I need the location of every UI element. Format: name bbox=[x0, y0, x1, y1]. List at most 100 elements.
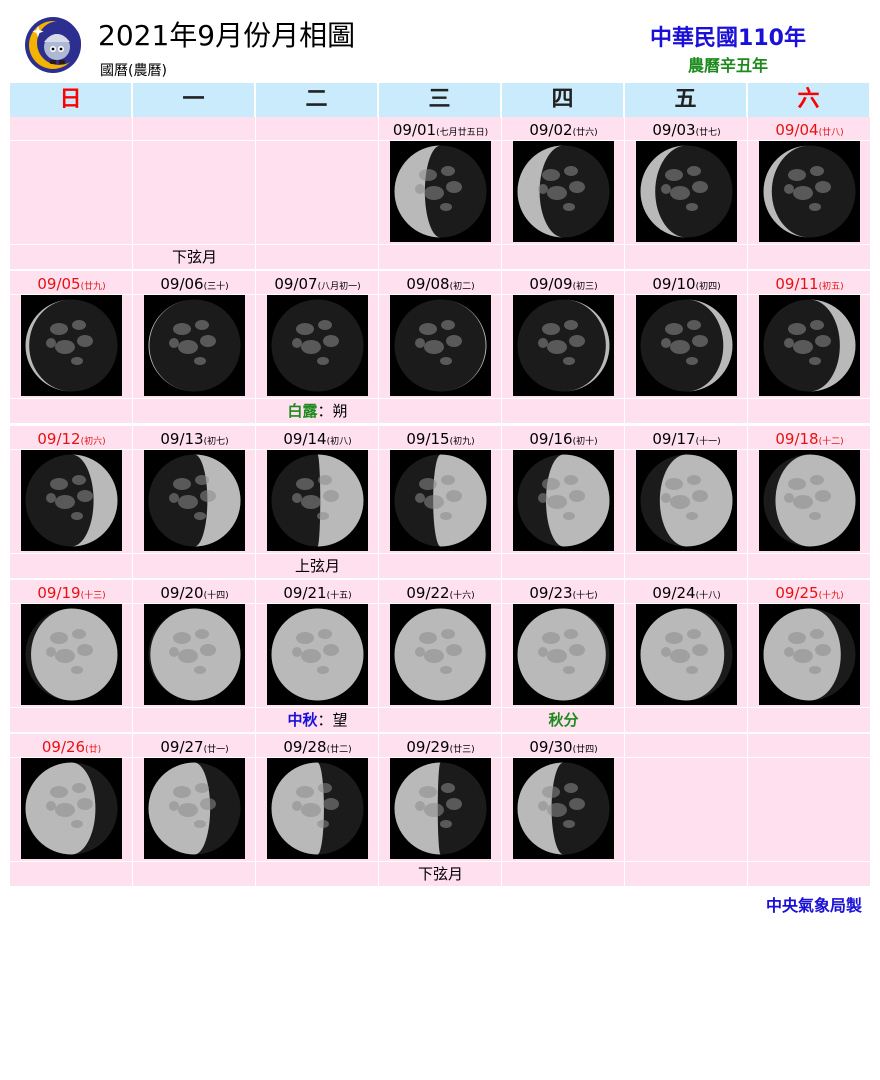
date-label: 09/10(初四) bbox=[625, 275, 748, 293]
date-label: 09/14(初八) bbox=[256, 430, 379, 448]
lunar-date: (初七) bbox=[203, 437, 229, 447]
day-cell: 09/08(初二) bbox=[379, 271, 502, 423]
date-label: 09/07(八月初一) bbox=[256, 275, 379, 293]
gregorian-date: 09/26 bbox=[41, 738, 86, 756]
lunar-date: (十六) bbox=[449, 591, 475, 601]
event-text: 朔 bbox=[332, 402, 348, 420]
date-label: 09/19(十三) bbox=[10, 584, 133, 602]
gregorian-date: 09/20 bbox=[160, 584, 204, 602]
lunar-date: (廿三) bbox=[449, 745, 475, 755]
cell-divider bbox=[10, 553, 133, 554]
day-cell bbox=[256, 117, 379, 269]
cell-divider bbox=[625, 757, 748, 758]
moon-phase-icon bbox=[390, 295, 491, 396]
moon-phase-icon bbox=[21, 604, 122, 705]
cell-divider bbox=[625, 398, 748, 399]
day-cell: 09/13(初七) bbox=[133, 426, 256, 578]
cell-divider bbox=[748, 553, 871, 554]
lunar-date: (十八) bbox=[695, 591, 721, 601]
lunar-date: (十七) bbox=[572, 591, 598, 601]
day-cell: 09/30(廿四) bbox=[502, 734, 625, 886]
gregorian-date: 09/14 bbox=[283, 430, 327, 448]
event-text: 下弦月 bbox=[417, 865, 463, 883]
date-label: 09/28(廿二) bbox=[256, 738, 379, 756]
gregorian-date: 09/09 bbox=[529, 275, 573, 293]
gregorian-date: 09/24 bbox=[652, 584, 696, 602]
cell-divider bbox=[133, 244, 256, 245]
gregorian-date: 09/15 bbox=[406, 430, 450, 448]
day-cell: 下弦月 bbox=[133, 117, 256, 269]
date-label: 09/08(初二) bbox=[379, 275, 502, 293]
cell-divider bbox=[748, 707, 871, 708]
moon-phase-icon bbox=[390, 141, 491, 242]
event-label: 秋分 bbox=[502, 709, 625, 730]
date-label: 09/04(廿八) bbox=[748, 121, 871, 139]
date-label: 09/26(廿) bbox=[10, 738, 133, 756]
weekday-header-row: 日一二三四五六 bbox=[10, 83, 870, 117]
cell-divider bbox=[256, 398, 379, 399]
lunar-date: (廿六) bbox=[572, 128, 598, 138]
moon-phase-icon bbox=[144, 758, 245, 859]
day-cell: 09/06(三十) bbox=[133, 271, 256, 423]
day-cell: 09/03(廿七) bbox=[625, 117, 748, 269]
date-label: 09/17(十一) bbox=[625, 430, 748, 448]
cell-divider bbox=[133, 861, 256, 862]
cell-divider bbox=[625, 244, 748, 245]
day-cell: 09/01(七月廿五日) bbox=[379, 117, 502, 269]
event-text: 望 bbox=[332, 711, 348, 729]
cell-divider bbox=[502, 244, 625, 245]
moon-phase-icon bbox=[759, 141, 860, 242]
lunar-date: (十二) bbox=[818, 437, 844, 447]
date-label: 09/25(十九) bbox=[748, 584, 871, 602]
lunar-date: (初四) bbox=[695, 282, 721, 292]
date-label: 09/18(十二) bbox=[748, 430, 871, 448]
gregorian-date: 09/27 bbox=[160, 738, 204, 756]
lunar-date: (初五) bbox=[818, 282, 844, 292]
date-label: 09/23(十七) bbox=[502, 584, 625, 602]
cell-divider bbox=[379, 244, 502, 245]
lunar-date: (八月初一) bbox=[317, 282, 361, 292]
cell-divider bbox=[10, 398, 133, 399]
cell-divider bbox=[502, 861, 625, 862]
gregorian-date: 09/04 bbox=[775, 121, 819, 139]
lunar-date: (廿) bbox=[85, 745, 102, 755]
lunar-date: (廿八) bbox=[818, 128, 844, 138]
lunar-date: (初六) bbox=[80, 437, 106, 447]
day-cell: 09/02(廿六) bbox=[502, 117, 625, 269]
cell-divider bbox=[256, 861, 379, 862]
cell-divider bbox=[748, 398, 871, 399]
date-label: 09/13(初七) bbox=[133, 430, 256, 448]
cell-divider bbox=[133, 398, 256, 399]
cell-divider bbox=[625, 861, 748, 862]
lunar-date: (廿九) bbox=[80, 282, 106, 292]
day-cell: 09/22(十六) bbox=[379, 580, 502, 732]
date-label: 09/02(廿六) bbox=[502, 121, 625, 139]
cell-divider bbox=[10, 244, 133, 245]
weekday-header: 日 bbox=[10, 83, 131, 117]
gregorian-date: 09/05 bbox=[37, 275, 81, 293]
date-label: 09/11(初五) bbox=[748, 275, 871, 293]
moon-phase-icon bbox=[513, 758, 614, 859]
gregorian-date: 09/30 bbox=[529, 738, 573, 756]
cell-divider bbox=[256, 140, 379, 141]
weekday-header: 五 bbox=[625, 83, 746, 117]
event-highlight: 中秋 bbox=[287, 711, 318, 729]
lunar-date: (廿二) bbox=[326, 745, 352, 755]
gregorian-date: 09/11 bbox=[775, 275, 819, 293]
gregorian-date: 09/08 bbox=[406, 275, 450, 293]
day-cell bbox=[748, 734, 871, 886]
event-label: 下弦月 bbox=[379, 863, 502, 884]
date-label: 09/16(初十) bbox=[502, 430, 625, 448]
cell-divider bbox=[748, 244, 871, 245]
day-cell: 09/27(廿一) bbox=[133, 734, 256, 886]
moon-phase-icon bbox=[636, 295, 737, 396]
gregorian-date: 09/06 bbox=[160, 275, 204, 293]
gregorian-date: 09/13 bbox=[160, 430, 204, 448]
event-text: 上弦月 bbox=[294, 557, 340, 575]
weekday-header: 一 bbox=[133, 83, 254, 117]
moon-phase-icon bbox=[390, 758, 491, 859]
cell-divider bbox=[379, 707, 502, 708]
day-cell: 09/28(廿二) bbox=[256, 734, 379, 886]
gregorian-date: 09/21 bbox=[283, 584, 327, 602]
date-label: 09/03(廿七) bbox=[625, 121, 748, 139]
